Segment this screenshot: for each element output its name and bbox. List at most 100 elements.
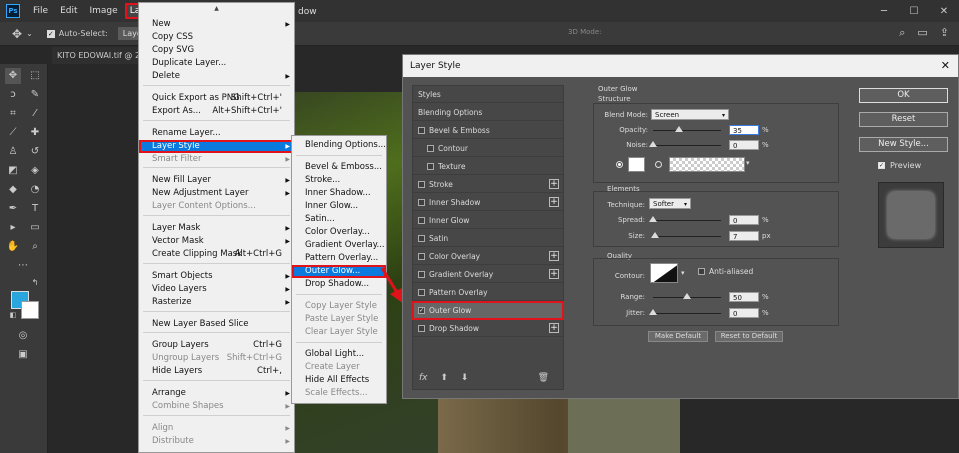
layer-style-submenu-item[interactable]: Global Light...	[292, 348, 386, 361]
quick-mask-icon[interactable]: ◎	[15, 328, 31, 344]
layer-style-submenu-item[interactable]: Color Overlay...	[292, 226, 386, 239]
style-item-checkbox[interactable]	[418, 199, 425, 206]
layer-menu-item[interactable]: Copy CSS	[139, 31, 294, 44]
type-icon[interactable]: T	[27, 201, 43, 217]
layer-style-submenu-item[interactable]: Outer Glow...	[292, 265, 386, 278]
menu-image[interactable]: Image	[85, 4, 123, 18]
layer-menu-item[interactable]: Video Layers ▶	[139, 283, 294, 296]
range-slider-thumb[interactable]	[683, 293, 691, 299]
trash-icon[interactable]: 🗑	[538, 373, 549, 383]
spread-slider-thumb[interactable]	[649, 216, 657, 222]
layer-menu-item[interactable]: Hide Layers Ctrl+,	[139, 365, 294, 378]
style-item-checkbox[interactable]	[418, 127, 425, 134]
close-window-icon[interactable]: ✕	[929, 6, 959, 17]
chevron-down-icon[interactable]: ▾	[681, 269, 685, 277]
gradient-icon[interactable]: ◈	[27, 163, 43, 179]
layer-style-submenu-item[interactable]: Drop Shadow...	[292, 278, 386, 291]
layer-style-submenu-item[interactable]: Blending Options...	[292, 139, 386, 152]
layer-style-submenu-item[interactable]: Inner Glow...	[292, 200, 386, 213]
background-color-swatch[interactable]	[21, 301, 39, 319]
fx-icon[interactable]: fx	[419, 373, 428, 383]
layer-menu-item[interactable]: Duplicate Layer...	[139, 57, 294, 70]
layer-menu-item[interactable]: Smart Objects ▶	[139, 270, 294, 283]
style-item[interactable]: Color Overlay +	[413, 248, 563, 265]
swap-colors-icon[interactable]: ↰	[27, 275, 43, 291]
style-item[interactable]: ✓ Outer Glow	[412, 301, 564, 320]
crop-icon[interactable]: ⌗	[5, 106, 21, 122]
layer-menu-item[interactable]: Create Clipping Mask Alt+Ctrl+G	[139, 248, 294, 261]
layer-style-submenu-item[interactable]: Inner Shadow...	[292, 187, 386, 200]
layer-style-submenu-item[interactable]: Hide All Effects	[292, 374, 386, 387]
maximize-icon[interactable]: ☐	[899, 6, 929, 17]
add-effect-icon[interactable]: +	[549, 269, 559, 279]
layer-menu-item[interactable]: Quick Export as PNG Shift+Ctrl+'	[139, 92, 294, 105]
style-item[interactable]: Drop Shadow +	[413, 320, 563, 337]
size-slider[interactable]	[651, 232, 721, 238]
layer-menu-item[interactable]: Layer Style ▶	[139, 140, 294, 153]
eyedropper-icon[interactable]: ⁄	[27, 106, 43, 122]
layer-style-submenu-item[interactable]: Gradient Overlay...	[292, 239, 386, 252]
noise-slider[interactable]	[649, 141, 721, 147]
layer-menu-item[interactable]: New Layer Based Slice	[139, 318, 294, 331]
color-radio[interactable]	[616, 161, 623, 168]
move-icon[interactable]: ✥	[5, 68, 21, 84]
add-effect-icon[interactable]: +	[549, 197, 559, 207]
more-tools-icon[interactable]: ⋯	[15, 258, 31, 274]
style-item[interactable]: Stroke +	[413, 176, 563, 193]
jitter-input[interactable]: 0	[729, 308, 759, 318]
reset-button[interactable]: Reset	[859, 112, 948, 127]
style-item[interactable]: Satin	[413, 230, 563, 247]
opacity-slider-thumb[interactable]	[675, 126, 683, 132]
add-effect-icon[interactable]: +	[549, 251, 559, 261]
menu-file[interactable]: File	[28, 4, 53, 18]
layer-style-submenu-item[interactable]: Satin...	[292, 213, 386, 226]
style-item[interactable]: Blending Options	[413, 104, 563, 121]
add-effect-icon[interactable]: +	[549, 179, 559, 189]
style-item[interactable]: Pattern Overlay	[413, 284, 563, 301]
default-colors-icon[interactable]: ◧	[5, 307, 21, 323]
chevron-down-icon[interactable]: ▾	[746, 159, 750, 167]
style-item-checkbox[interactable]	[418, 253, 425, 260]
auto-select-checkbox[interactable]: ✓	[46, 29, 55, 38]
stamp-icon[interactable]: ♙	[5, 144, 21, 160]
layer-menu-item[interactable]: Layer Mask ▶	[139, 222, 294, 235]
lasso-icon[interactable]: ↄ	[5, 87, 21, 103]
workspace-icon[interactable]: ▭	[917, 26, 927, 40]
eraser-icon[interactable]: ◩	[5, 163, 21, 179]
ok-button[interactable]: OK	[859, 88, 948, 103]
layer-menu-item[interactable]: Group Layers Ctrl+G	[139, 339, 294, 352]
shape-icon[interactable]: ▭	[27, 220, 43, 236]
brush-icon[interactable]: ⟋	[5, 125, 21, 141]
healing-icon[interactable]: ✚	[27, 125, 43, 141]
search-icon[interactable]: ⌕	[899, 26, 905, 40]
layer-menu-item[interactable]: Rasterize ▶	[139, 296, 294, 309]
close-icon[interactable]: ✕	[941, 55, 950, 77]
layer-menu-item[interactable]: New ▶	[139, 18, 294, 31]
style-item[interactable]: Inner Shadow +	[413, 194, 563, 211]
menu-scroll-up-icon[interactable]: ▲	[139, 5, 294, 12]
style-item[interactable]: Contour	[413, 140, 563, 157]
opacity-input[interactable]: 35	[729, 125, 759, 135]
jitter-slider-thumb[interactable]	[649, 309, 657, 315]
history-brush-icon[interactable]: ↺	[27, 144, 43, 160]
size-input[interactable]: 7	[729, 231, 759, 241]
spread-input[interactable]: 0	[729, 215, 759, 225]
marquee-icon[interactable]: ⬚	[27, 68, 43, 84]
blur-icon[interactable]: ◆	[5, 182, 21, 198]
minimize-icon[interactable]: ─	[869, 6, 899, 17]
layer-style-submenu-item[interactable]: Stroke...	[292, 174, 386, 187]
reset-to-default-button[interactable]: Reset to Default	[715, 331, 783, 342]
noise-input[interactable]: 0	[729, 140, 759, 150]
style-item-checkbox[interactable]	[418, 181, 425, 188]
range-input[interactable]: 50	[729, 292, 759, 302]
add-effect-icon[interactable]: +	[549, 323, 559, 333]
anti-aliased-checkbox[interactable]: Anti-aliased	[693, 263, 773, 280]
menu-window[interactable]: dow	[293, 5, 322, 19]
style-item[interactable]: Inner Glow	[413, 212, 563, 229]
move-down-icon[interactable]: ⬇	[461, 373, 469, 383]
path-select-icon[interactable]: ▸	[5, 220, 21, 236]
style-item[interactable]: Gradient Overlay +	[413, 266, 563, 283]
move-tool-icon[interactable]: ✥	[12, 27, 22, 41]
style-item[interactable]: Texture	[413, 158, 563, 175]
screen-mode-icon[interactable]: ▣	[15, 347, 31, 363]
